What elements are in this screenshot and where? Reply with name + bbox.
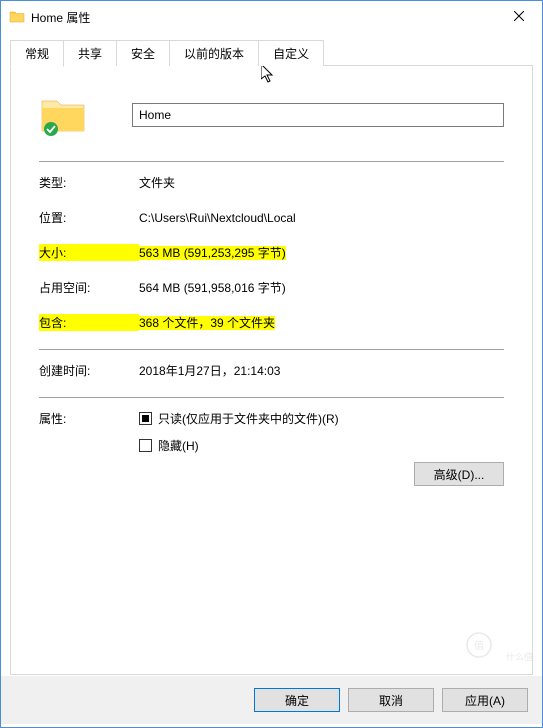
close-button[interactable] bbox=[496, 1, 541, 30]
created-value: 2018年1月27日，21:14:03 bbox=[139, 362, 504, 379]
tab-customize[interactable]: 自定义 bbox=[258, 40, 324, 66]
divider bbox=[39, 161, 504, 162]
size-value: 563 MB (591,253,295 字节) bbox=[139, 246, 286, 260]
window-title: Home 属性 bbox=[31, 9, 496, 26]
dialog-footer: 确定 取消 应用(A) bbox=[1, 676, 542, 724]
contains-label: 包含: bbox=[39, 314, 139, 331]
disk-size-value: 564 MB (591,958,016 字节) bbox=[139, 279, 504, 296]
created-label: 创建时间: bbox=[39, 362, 139, 379]
tab-sharing[interactable]: 共享 bbox=[63, 40, 117, 66]
size-label: 大小: bbox=[39, 244, 139, 261]
type-label: 类型: bbox=[39, 174, 139, 191]
folder-large-icon bbox=[39, 91, 87, 139]
hidden-label: 隐藏(H) bbox=[158, 437, 199, 454]
location-value: C:\Users\Rui\Nextcloud\Local bbox=[139, 211, 504, 225]
readonly-checkbox[interactable] bbox=[139, 412, 152, 425]
tab-panel-general: 类型: 文件夹 位置: C:\Users\Rui\Nextcloud\Local… bbox=[10, 65, 533, 675]
advanced-button[interactable]: 高级(D)... bbox=[414, 462, 504, 486]
readonly-label: 只读(仅应用于文件夹中的文件)(R) bbox=[158, 410, 339, 427]
contains-value: 368 个文件，39 个文件夹 bbox=[139, 316, 275, 330]
ok-button[interactable]: 确定 bbox=[254, 688, 340, 712]
cancel-button[interactable]: 取消 bbox=[348, 688, 434, 712]
folder-icon bbox=[9, 9, 25, 25]
tab-general[interactable]: 常规 bbox=[10, 40, 64, 67]
location-label: 位置: bbox=[39, 209, 139, 226]
tab-previous-versions[interactable]: 以前的版本 bbox=[169, 40, 259, 66]
attributes-label: 属性: bbox=[39, 410, 139, 486]
tab-strip: 常规 共享 安全 以前的版本 自定义 bbox=[10, 40, 533, 66]
hidden-checkbox[interactable] bbox=[139, 439, 152, 452]
tab-security[interactable]: 安全 bbox=[116, 40, 170, 66]
disk-size-label: 占用空间: bbox=[39, 279, 139, 296]
titlebar: Home 属性 bbox=[1, 1, 542, 33]
type-value: 文件夹 bbox=[139, 174, 504, 191]
divider bbox=[39, 397, 504, 398]
divider bbox=[39, 349, 504, 350]
apply-button[interactable]: 应用(A) bbox=[442, 688, 528, 712]
folder-name-input[interactable] bbox=[132, 103, 504, 127]
